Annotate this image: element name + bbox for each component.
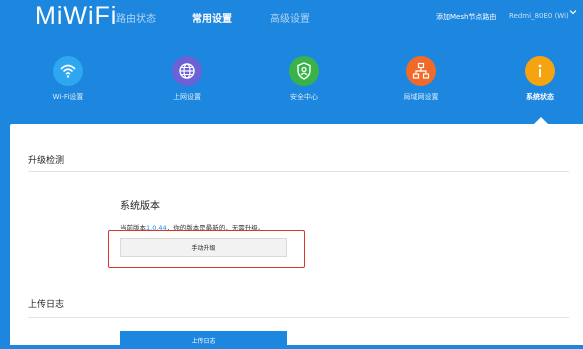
active-tile-pointer — [534, 117, 548, 124]
system-version-label: 系统版本 — [120, 201, 160, 212]
tile-security-center[interactable]: 安全中心 — [264, 56, 344, 112]
miwifi-logo: MiWiFi — [35, 2, 118, 30]
add-mesh-node-link[interactable]: 添加Mesh节点路由 — [436, 12, 496, 22]
tile-lan-settings[interactable]: 局域网设置 — [381, 56, 461, 112]
globe-icon — [172, 56, 202, 86]
tile-label: 系统状态 — [526, 93, 554, 101]
tile-label: 安全中心 — [290, 93, 318, 101]
divider — [28, 171, 569, 172]
nav-common-settings[interactable]: 常用设置 — [192, 10, 232, 25]
top-bar: MiWiFi 路由状态 常用设置 高级设置 添加Mesh节点路由 Redmi_8… — [0, 0, 583, 40]
divider — [28, 317, 569, 318]
network-icon — [406, 56, 436, 86]
tile-system-status[interactable]: 系统状态 — [500, 56, 580, 112]
info-icon — [525, 56, 555, 86]
upload-log-section-title: 上传日志 — [28, 300, 65, 310]
tile-label: 局域网设置 — [403, 93, 439, 101]
tile-label: Wi-Fi设置 — [52, 93, 84, 101]
chevron-down-icon[interactable] — [569, 8, 577, 16]
nav-router-status[interactable]: 路由状态 — [116, 10, 156, 25]
tile-internet-settings[interactable]: 上网设置 — [147, 56, 227, 112]
nav-advanced-settings[interactable]: 高级设置 — [270, 10, 310, 25]
shield-user-icon — [289, 56, 319, 86]
upgrade-section-title: 升级检测 — [28, 156, 65, 166]
tile-label: 上网设置 — [173, 93, 201, 101]
highlight-box — [108, 230, 305, 268]
wifi-icon — [53, 56, 83, 86]
upload-log-button[interactable]: 上传日志 — [120, 331, 287, 349]
tile-wifi-settings[interactable]: Wi-Fi设置 — [28, 56, 108, 112]
device-name: Redmi_80E0 (Wi) — [509, 12, 569, 20]
